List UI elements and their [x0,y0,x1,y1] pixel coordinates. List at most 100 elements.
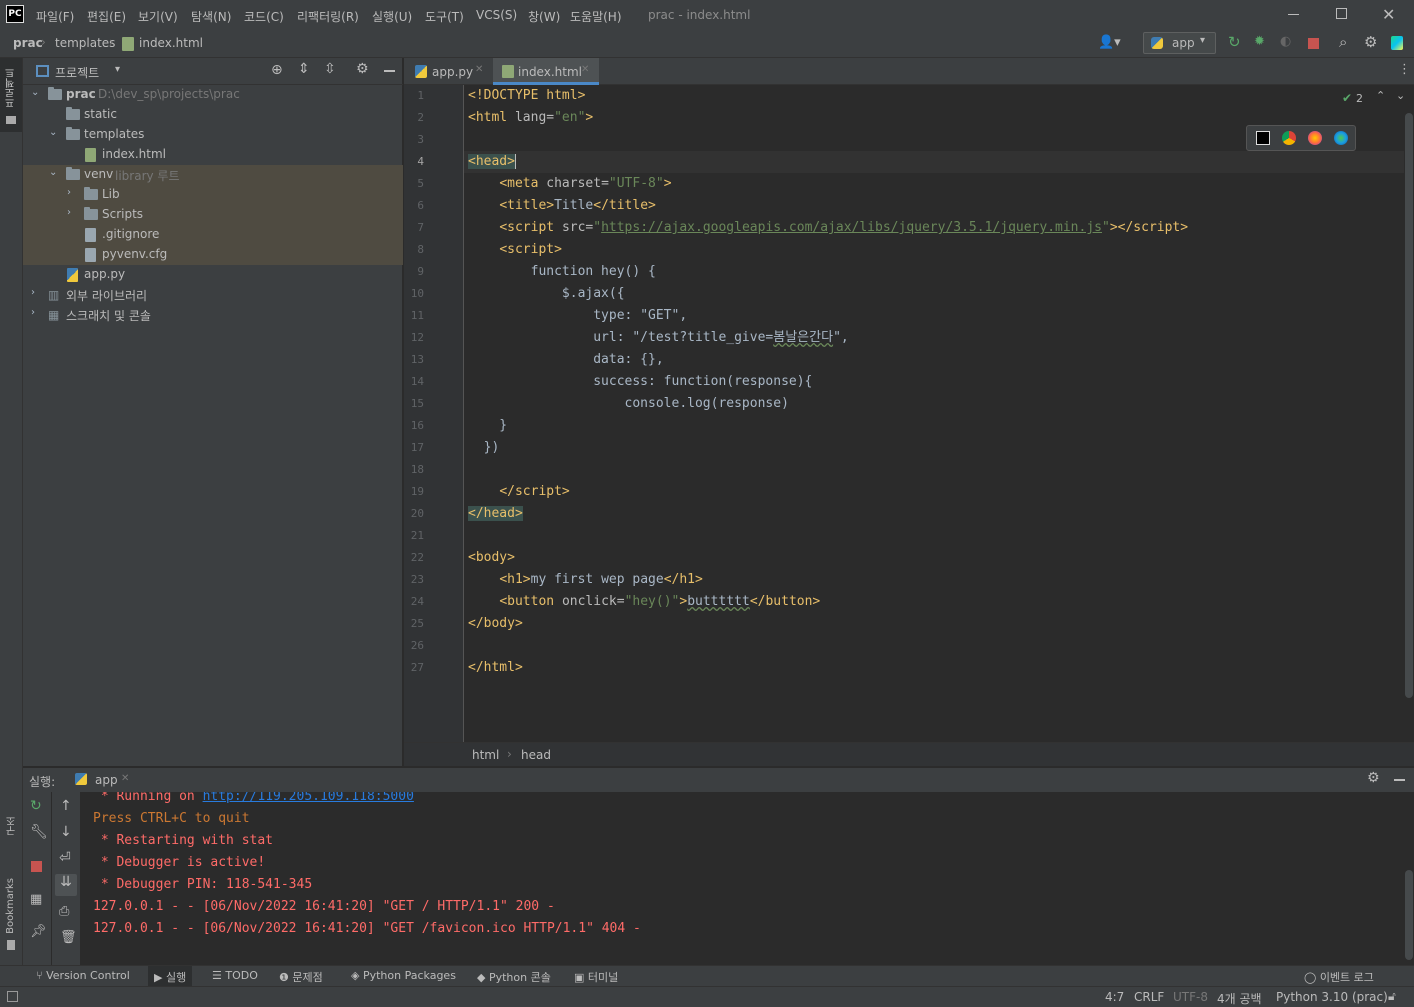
structure-tab-label[interactable]: 구조 [5,816,20,836]
todo-tab[interactable]: ☰ TODO [212,969,258,982]
tree-item-venv[interactable]: ⌄ venv library 루트 [23,165,403,185]
python-packages-tab[interactable]: ◈ Python Packages [351,969,456,982]
more-options-icon[interactable]: ⋮ [1398,62,1411,77]
terminal-tab[interactable]: ▣ 터미널 [574,969,618,985]
settings-icon[interactable]: ⚙ [1364,33,1377,51]
hide-panel-icon[interactable] [384,70,395,72]
breadcrumb-head[interactable]: head [521,748,551,762]
hide-panel-icon[interactable] [1394,779,1405,781]
coverage-icon[interactable]: ◐ [1280,34,1291,49]
chevron-right-icon[interactable]: › [67,207,71,218]
collapse-all-icon[interactable]: ⇳ [324,61,336,77]
project-tool-tab[interactable]: 프로젝트 [0,58,22,132]
wrench-icon[interactable]: 🔧︎ [30,824,48,840]
code-line: </script> [499,484,570,499]
console-output[interactable]: * Running on http://119.205.109.118:5000… [80,792,1414,965]
tree-item-scripts[interactable]: › Scripts [23,205,403,225]
minimize-icon[interactable] [1288,14,1299,15]
problems-tab[interactable]: ❶ 문제점 [279,969,323,985]
trash-icon[interactable]: 🗑︎ [60,930,77,945]
line-separator[interactable]: CRLF [1134,990,1164,1004]
breadcrumb-folder[interactable]: templates [55,36,115,50]
settings-icon[interactable]: ⚙ [1367,770,1380,786]
menu-navigate[interactable]: 탐색(N) [191,8,231,25]
arrow-down-icon[interactable]: ↓ [60,824,72,840]
tree-item-lib[interactable]: › Lib [23,185,403,205]
menu-view[interactable]: 보기(V) [138,8,178,25]
debug-icon[interactable]: ✹ [1254,34,1265,49]
console-scrollbar[interactable] [1405,870,1413,960]
rerun-icon[interactable]: ↻ [1228,33,1241,51]
tree-item-scratches[interactable]: › ▦ 스크래치 및 콘솔 [23,305,403,325]
tab-app-py[interactable]: app.py ✕ [404,58,492,85]
tree-item-pyvenv-cfg[interactable]: pyvenv.cfg [23,245,403,265]
run-panel-header: 실행: app ✕ ⚙ [23,768,1414,792]
jetbrains-toolbox-icon[interactable] [1391,36,1403,50]
tree-item-gitignore[interactable]: .gitignore [23,225,403,245]
bookmarks-tab-label[interactable]: Bookmarks [5,878,16,934]
event-log-tab[interactable]: ◯ 이벤트 로그 [1304,969,1374,985]
breadcrumb-file[interactable]: index.html [139,36,203,50]
menu-window[interactable]: 창(W) [528,8,560,25]
menu-file[interactable]: 파일(F) [36,8,74,25]
editor-scrollbar[interactable] [1405,113,1413,698]
close-tab-icon[interactable]: ✕ [475,64,483,75]
user-icon[interactable]: 👤▾ [1098,35,1121,50]
tree-item-index-html[interactable]: index.html [23,145,403,165]
running-url-link[interactable]: http://119.205.109.118:5000 [203,792,414,804]
python-interpreter[interactable]: Python 3.10 (prac) [1276,990,1388,1004]
chevron-down-icon[interactable]: ⌄ [31,87,39,98]
layout-icon[interactable]: ▦ [30,892,42,907]
arrow-up-icon[interactable]: ↑ [60,798,72,814]
chevron-down-icon[interactable]: ⌄ [49,127,57,138]
lock-icon[interactable]: 🔓︎ [1388,989,1396,1004]
file-encoding[interactable]: UTF-8 [1173,990,1208,1004]
expand-all-icon[interactable]: ⇕ [298,61,310,77]
close-tab-icon[interactable]: ✕ [581,64,589,75]
search-icon[interactable]: ⌕ [1339,33,1347,51]
version-control-tab[interactable]: ⑂ Version Control [36,969,130,982]
menu-tools[interactable]: 도구(T) [425,8,464,25]
indent-setting[interactable]: 4개 공백 [1217,990,1262,1007]
tree-item-templates[interactable]: ⌄ templates [23,125,403,145]
run-config-dropdown[interactable]: app ▾ [1143,32,1216,54]
stop-icon[interactable] [1308,38,1319,49]
toggle-tool-windows-icon[interactable] [7,991,18,1002]
tree-item-external-libraries[interactable]: › ▥ 외부 라이브러리 [23,285,403,305]
chevron-right-icon[interactable]: › [31,307,35,318]
caret-position[interactable]: 4:7 [1105,990,1124,1004]
locate-icon[interactable]: ⊕ [271,62,283,78]
breadcrumb-html[interactable]: html [472,748,499,762]
code-content[interactable]: <!DOCTYPE html> <html lang="en"> <head> … [404,85,1404,742]
soft-wrap-icon[interactable]: ⏎ [59,850,71,866]
menu-run[interactable]: 실행(U) [372,8,412,25]
chevron-down-icon[interactable]: ⌄ [49,167,57,178]
stop-icon[interactable] [31,861,42,872]
python-console-tab[interactable]: ◆ Python 콘솔 [477,969,551,985]
tree-item-prac[interactable]: ⌄ prac D:\dev_sp\projects\prac [23,85,403,105]
run-tab-app[interactable]: app ✕ [69,768,133,792]
project-panel-title[interactable]: 프로젝트 [55,64,99,81]
pin-icon[interactable]: 📌︎ [30,924,47,939]
tree-item-app-py[interactable]: app.py [23,265,403,285]
config-file-icon [85,248,96,262]
menu-help[interactable]: 도움말(H) [570,8,622,25]
close-icon[interactable]: ✕ [1382,5,1395,24]
chevron-down-icon[interactable]: ▾ [115,64,120,75]
chevron-right-icon[interactable]: › [31,287,35,298]
breadcrumb-project[interactable]: prac [13,36,43,50]
tab-index-html[interactable]: index.html ✕ [493,58,599,85]
menu-vcs[interactable]: VCS(S) [476,8,517,22]
close-tab-icon[interactable]: ✕ [121,773,129,784]
gear-icon[interactable]: ⚙ [356,61,369,77]
run-tool-tab[interactable]: ▶ 실행 [148,966,193,986]
tree-item-static[interactable]: static [23,105,403,125]
menu-refactor[interactable]: 리팩터링(R) [297,8,359,25]
maximize-icon[interactable] [1336,8,1347,19]
menu-code[interactable]: 코드(C) [244,8,284,25]
chevron-right-icon[interactable]: › [67,187,71,198]
print-icon[interactable]: ⎙ [59,904,69,919]
menu-edit[interactable]: 편집(E) [87,8,126,25]
scroll-to-end-icon[interactable]: ⇊ [55,874,77,896]
rerun-icon[interactable]: ↻ [30,798,42,814]
